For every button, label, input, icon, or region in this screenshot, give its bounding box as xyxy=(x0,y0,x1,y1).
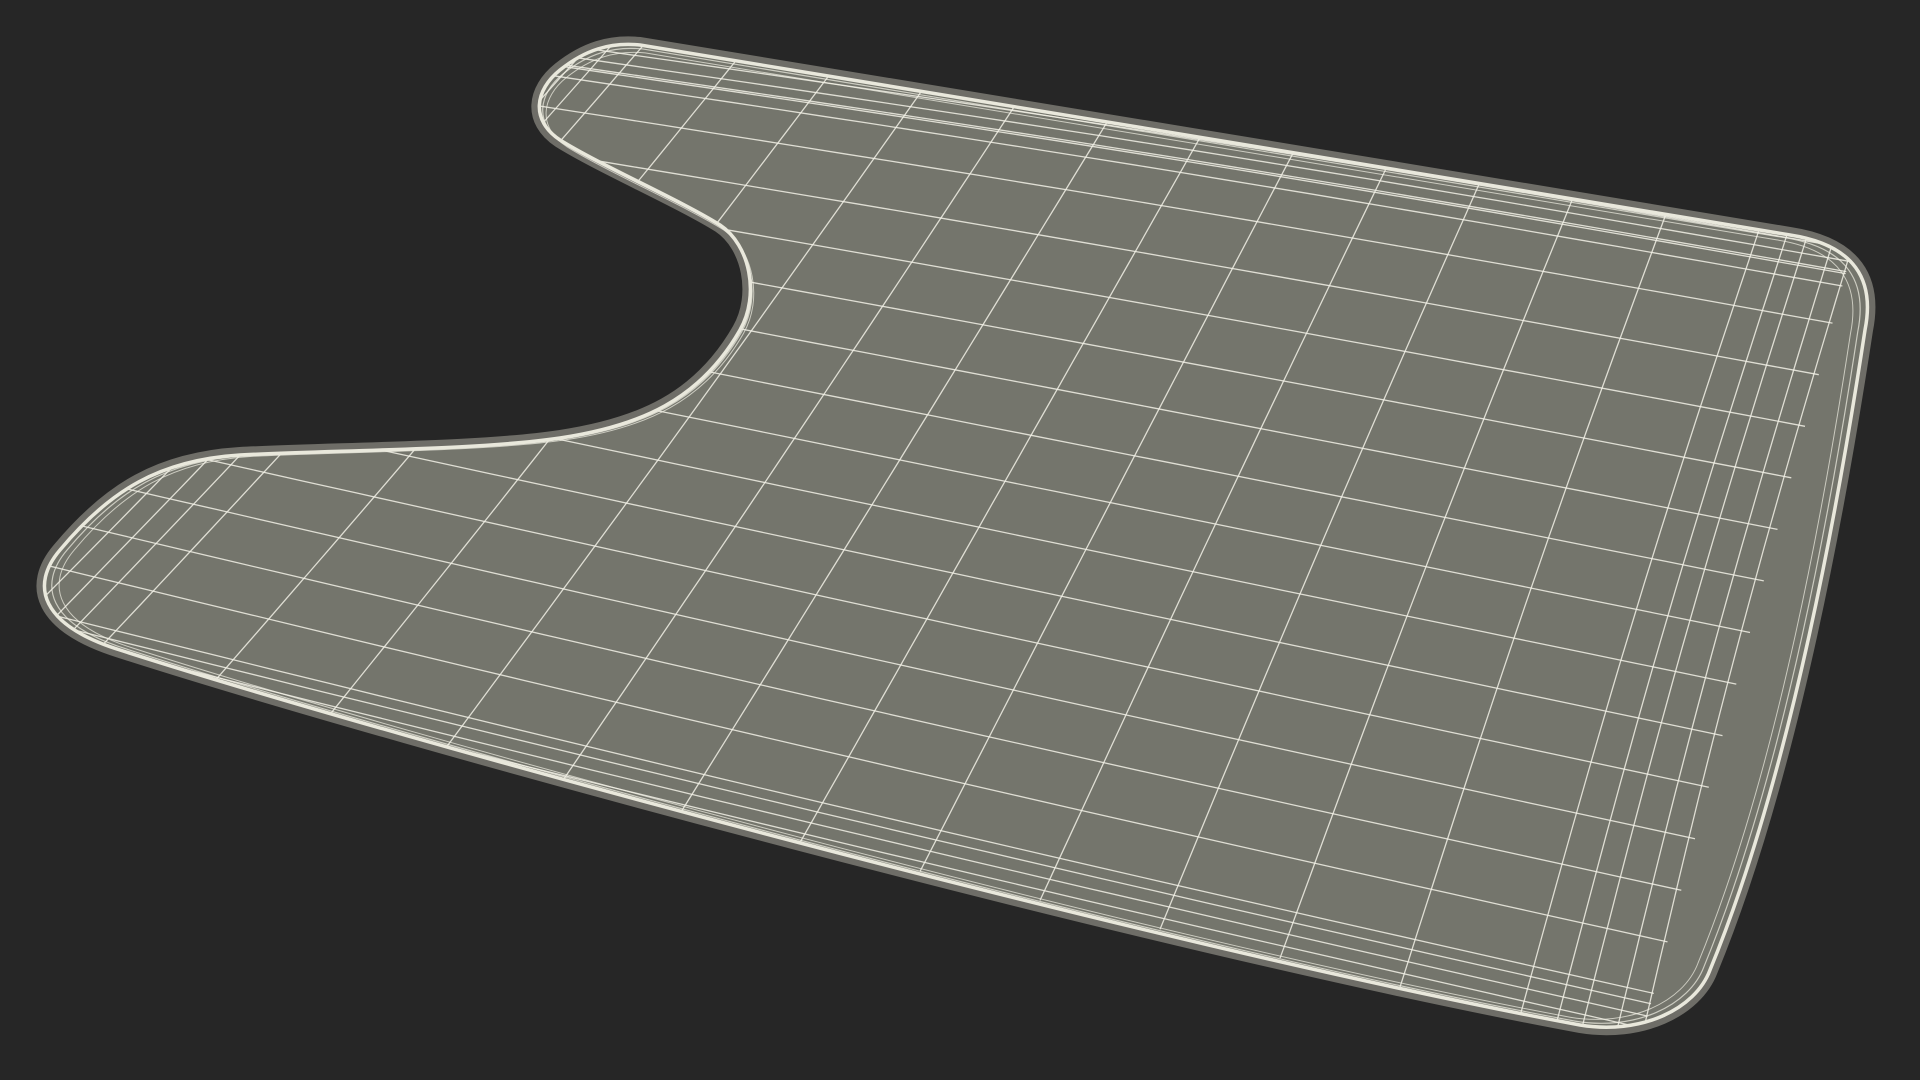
wireframe-render xyxy=(36,36,1876,1036)
render-viewport xyxy=(0,0,1920,1080)
